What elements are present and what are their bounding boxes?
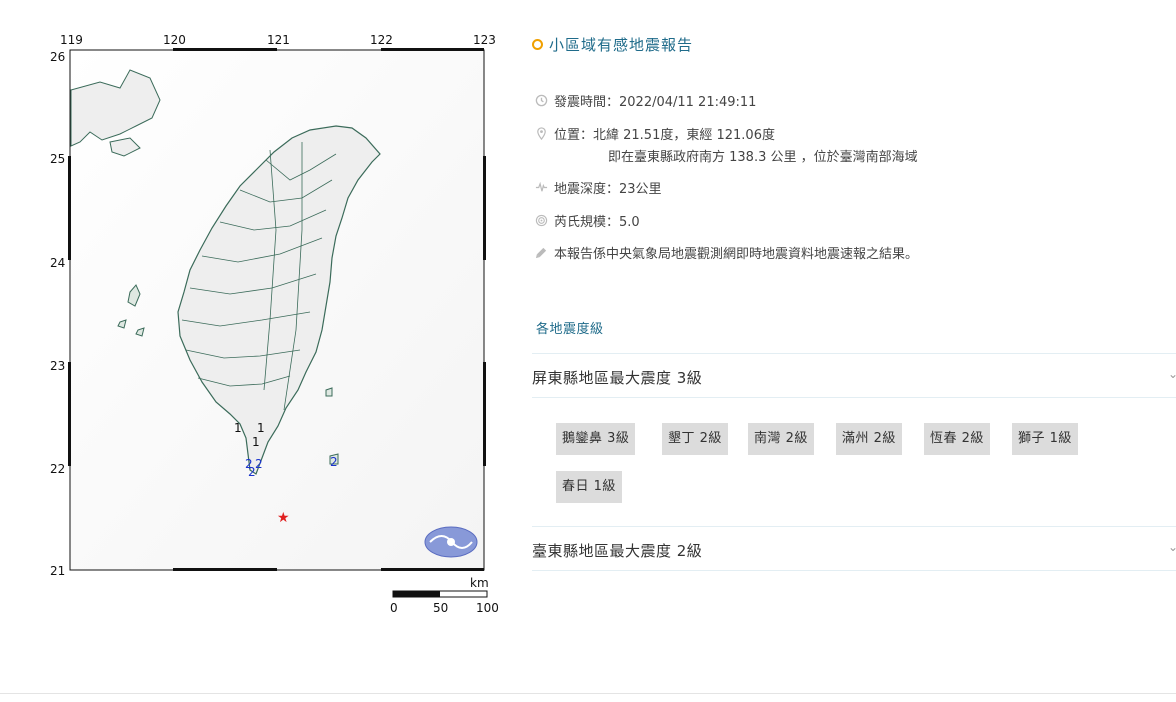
station-label: 2 xyxy=(248,465,256,479)
scale-label: 50 xyxy=(433,601,448,615)
lon-label: 122 xyxy=(370,33,393,47)
clock-icon xyxy=(534,93,548,107)
location-line-2: 即在臺東縣政府南方 138.3 公里 ，位於臺灣南部海域 xyxy=(608,150,918,165)
footer-divider xyxy=(0,693,1176,694)
intensity-section-title: 各地震度級 xyxy=(536,322,604,337)
depth-wave-icon xyxy=(534,180,548,194)
earthquake-map: 1 1 1 2 2 2 2 ★ 119 120 121 122 123 26 2… xyxy=(40,30,510,620)
station-tag: 恆春 2級 xyxy=(924,423,990,455)
lon-label: 119 xyxy=(60,33,83,47)
title-dot-icon xyxy=(532,39,543,50)
intensity-group-pingtung[interactable]: 屏東縣地區最大震度 3級 ⌄ xyxy=(532,353,1176,398)
intensity-group-taitung[interactable]: 臺東縣地區最大震度 2級 ⌄ xyxy=(532,526,1176,571)
origin-time-text: 發震時間：2022/04/11 21:49:11 xyxy=(554,95,757,110)
station-tag: 獅子 1級 xyxy=(1012,423,1078,455)
lon-label: 123 xyxy=(473,33,496,47)
scale-bar: km 0 50 100 xyxy=(390,576,499,615)
lat-label: 24 xyxy=(50,256,65,270)
station-tag: 南灣 2級 xyxy=(748,423,814,455)
magnitude-ring-icon xyxy=(534,213,548,227)
depth-text: 地震深度：23公里 xyxy=(554,182,662,197)
chevron-down-icon[interactable]: ⌄ xyxy=(1168,367,1176,381)
lat-label: 26 xyxy=(50,50,65,64)
station-tag: 墾丁 2級 xyxy=(662,423,728,455)
note-row: 本報告係中央氣象局地震觀測網即時地震資料地震速報之結果。 xyxy=(534,244,918,266)
location-line-1: 位置：北緯 21.51度，東經 121.06度 xyxy=(554,128,775,143)
magnitude-row: 芮氏規模：5.0 xyxy=(534,212,640,234)
station-label: 1 xyxy=(252,435,260,449)
station-label: 2 xyxy=(255,457,263,471)
report-title: 小區域有感地震報告 xyxy=(532,34,693,55)
scale-label: 100 xyxy=(476,601,499,615)
station-label: 2 xyxy=(330,455,338,469)
lat-label: 21 xyxy=(50,564,65,578)
station-tag: 春日 1級 xyxy=(556,471,622,503)
origin-time-row: 發震時間：2022/04/11 21:49:11 xyxy=(534,92,756,114)
station-tag: 鵝鑾鼻 3級 xyxy=(556,423,636,455)
lat-label: 25 xyxy=(50,152,65,166)
lon-label: 120 xyxy=(163,33,186,47)
scale-label: 0 xyxy=(390,601,398,615)
magnitude-text: 芮氏規模：5.0 xyxy=(554,215,640,230)
report-title-text: 小區域有感地震報告 xyxy=(549,36,694,54)
station-tag: 滿州 2級 xyxy=(836,423,902,455)
lat-label: 22 xyxy=(50,462,65,476)
lon-label: 121 xyxy=(267,33,290,47)
location-pin-icon xyxy=(534,126,548,140)
note-text: 本報告係中央氣象局地震觀測網即時地震資料地震速報之結果。 xyxy=(554,247,919,262)
cwb-logo-icon xyxy=(424,526,478,558)
epicenter-star-icon: ★ xyxy=(277,510,290,526)
group-title[interactable]: 臺東縣地區最大震度 2級 xyxy=(532,540,702,561)
group-title[interactable]: 屏東縣地區最大震度 3級 xyxy=(532,367,702,388)
location-row: 位置：北緯 21.51度，東經 121.06度 即在臺東縣政府南方 138.3 … xyxy=(534,125,918,169)
station-label: 1 xyxy=(234,421,242,435)
depth-row: 地震深度：23公里 xyxy=(534,179,662,201)
chevron-down-icon[interactable]: ⌄ xyxy=(1168,540,1176,554)
station-label: 1 xyxy=(257,421,265,435)
announcement-icon xyxy=(534,245,548,259)
scale-unit: km xyxy=(470,576,489,590)
map-svg: 1 1 1 2 2 2 2 ★ 119 120 121 122 123 26 2… xyxy=(50,33,499,615)
lat-label: 23 xyxy=(50,359,65,373)
report-panel: 小區域有感地震報告 發震時間：2022/04/11 21:49:11 位置：北緯… xyxy=(532,0,1176,702)
